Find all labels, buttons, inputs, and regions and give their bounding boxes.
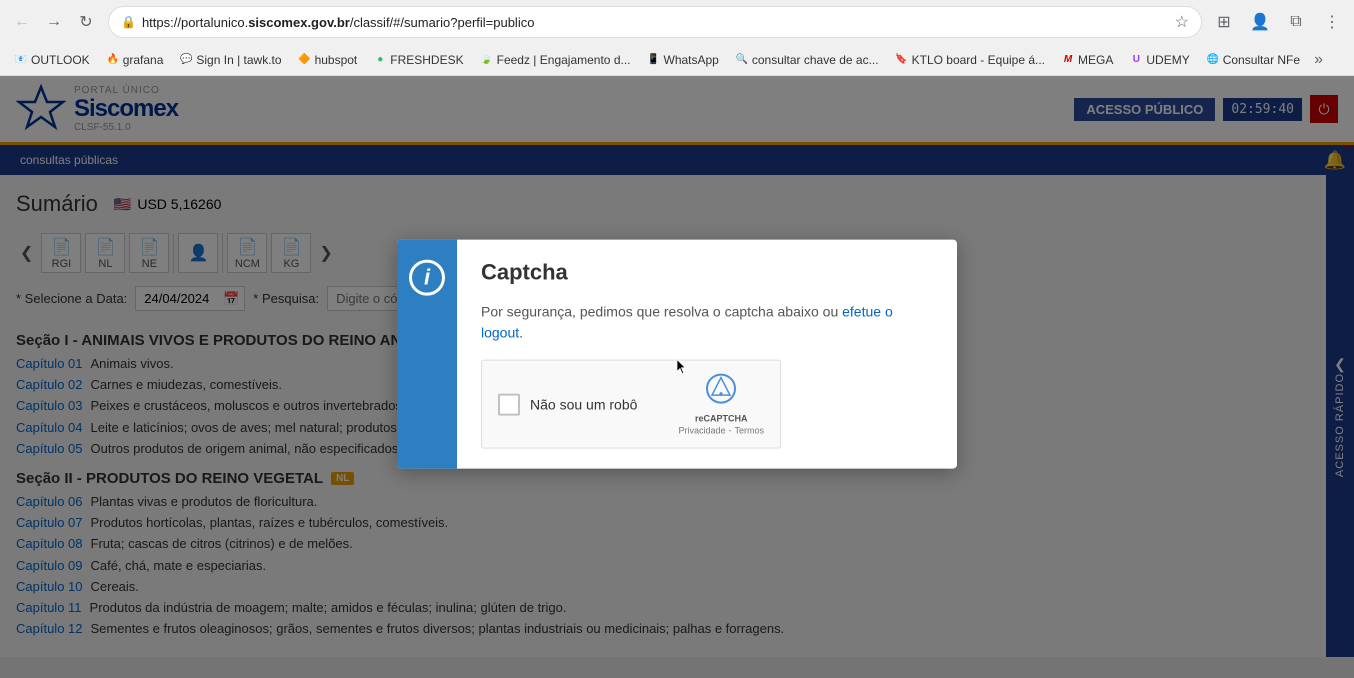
bookmark-hubspot[interactable]: 🔶 hubspot [292, 51, 364, 69]
forward-button[interactable]: → [40, 8, 68, 36]
bookmark-feedz[interactable]: 🍃 Feedz | Engajamento d... [474, 51, 637, 69]
dialog-title: Captcha [481, 260, 933, 286]
browser-chrome: ← → ↻ 🔒 https://portalunico.siscomex.gov… [0, 0, 1354, 76]
extensions-icon[interactable]: ⧉ [1282, 8, 1310, 36]
menu-icon[interactable]: ⋮ [1318, 8, 1346, 36]
url-domain: siscomex.gov.br [248, 15, 350, 30]
bookmark-freshdesk-label: FRESHDESK [390, 53, 463, 67]
grafana-favicon: 🔥 [106, 53, 120, 67]
bookmark-consultar-nfe-label: Consultar NFe [1223, 53, 1300, 67]
outlook-favicon: 📧 [14, 53, 28, 67]
page-content: PORTAL ÚNICO Siscomex CLSF-55.1.0 ACESSO… [0, 76, 1354, 678]
bookmark-star-icon[interactable]: ☆ [1175, 12, 1189, 32]
dialog-body: Captcha Por segurança, pedimos que resol… [457, 240, 957, 469]
dialog-message: Por segurança, pedimos que resolva o cap… [481, 302, 933, 344]
bookmark-hubspot-label: hubspot [315, 53, 358, 67]
recaptcha-logo-icon [705, 373, 737, 412]
bookmark-outlook-label: OUTLOOK [31, 53, 90, 67]
recaptcha-brand-text: reCAPTCHA [695, 414, 748, 424]
url-prefix: https://portalunico. [142, 15, 248, 30]
reload-button[interactable]: ↻ [72, 8, 100, 36]
sidebar-icon[interactable]: ⊞ [1210, 8, 1238, 36]
recaptcha-links: Privacidade - Termos [678, 426, 764, 436]
bookmark-whatsapp-label: WhatsApp [664, 53, 719, 67]
udemy-favicon: U [1129, 53, 1143, 67]
bookmark-whatsapp[interactable]: 📱 WhatsApp [641, 51, 725, 69]
bookmark-consultar-chave[interactable]: 🔍 consultar chave de ac... [729, 51, 885, 69]
bookmark-feedz-label: Feedz | Engajamento d... [497, 53, 631, 67]
hubspot-favicon: 🔶 [298, 53, 312, 67]
bookmark-ktlo[interactable]: 🔖 KTLO board - Equipe á... [889, 51, 1051, 69]
bookmark-grafana[interactable]: 🔥 grafana [100, 51, 170, 69]
recaptcha-checkbox[interactable] [498, 393, 520, 415]
whatsapp-favicon: 📱 [647, 53, 661, 67]
bookmark-outlook[interactable]: 📧 OUTLOOK [8, 51, 96, 69]
bookmark-ktlo-label: KTLO board - Equipe á... [912, 53, 1045, 67]
recaptcha-widget: Não sou um robô reCAPTCHA Privacidade - [481, 360, 781, 449]
address-bar[interactable]: 🔒 https://portalunico.siscomex.gov.br/cl… [108, 6, 1202, 38]
nav-buttons: ← → ↻ [8, 8, 100, 36]
consultar-nfe-favicon: 🌐 [1206, 53, 1220, 67]
recaptcha-left: Não sou um robô [498, 393, 637, 415]
browser-actions: ⊞ 👤 ⧉ ⋮ [1210, 8, 1346, 36]
recaptcha-svg [705, 373, 737, 405]
mega-favicon: M [1061, 53, 1075, 67]
dialog-message-after: . [519, 325, 523, 341]
recaptcha-right: reCAPTCHA Privacidade - Termos [678, 373, 764, 436]
bookmark-grafana-label: grafana [123, 53, 164, 67]
browser-nav-bar: ← → ↻ 🔒 https://portalunico.siscomex.gov… [0, 0, 1354, 44]
recaptcha-label: Não sou um robô [530, 396, 637, 412]
dialog-sidebar: i [397, 240, 457, 469]
back-button[interactable]: ← [8, 8, 36, 36]
bookmark-tawk[interactable]: 💬 Sign In | tawk.to [173, 51, 287, 69]
ktlo-favicon: 🔖 [895, 53, 909, 67]
bookmark-udemy-label: UDEMY [1146, 53, 1189, 67]
url-suffix: /classif/#/sumario?perfil=publico [350, 15, 535, 30]
bookmark-consultar-nfe[interactable]: 🌐 Consultar NFe [1200, 51, 1306, 69]
bookmark-freshdesk[interactable]: ● FRESHDESK [367, 51, 469, 69]
lock-icon: 🔒 [121, 15, 136, 29]
profile-icon[interactable]: 👤 [1246, 8, 1274, 36]
recaptcha-privacy-link[interactable]: Privacidade [678, 426, 725, 436]
recaptcha-link-separator: - [728, 426, 731, 436]
bookmark-mega[interactable]: M MEGA [1055, 51, 1119, 69]
feedz-favicon: 🍃 [480, 53, 494, 67]
bookmarks-bar: 📧 OUTLOOK 🔥 grafana 💬 Sign In | tawk.to … [0, 44, 1354, 76]
freshdesk-favicon: ● [373, 53, 387, 67]
tawk-favicon: 💬 [179, 53, 193, 67]
url-text: https://portalunico.siscomex.gov.br/clas… [142, 15, 1169, 30]
bookmarks-more-button[interactable]: » [1310, 49, 1327, 71]
bookmark-consultar-chave-label: consultar chave de ac... [752, 53, 879, 67]
dialog-message-before: Por segurança, pedimos que resolva o cap… [481, 304, 842, 320]
bookmark-tawk-label: Sign In | tawk.to [196, 53, 281, 67]
bookmark-mega-label: MEGA [1078, 53, 1113, 67]
recaptcha-terms-link[interactable]: Termos [734, 426, 764, 436]
consultar-chave-favicon: 🔍 [735, 53, 749, 67]
dialog-info-icon: i [409, 260, 445, 296]
bookmark-udemy[interactable]: U UDEMY [1123, 51, 1195, 69]
captcha-dialog: i Captcha Por segurança, pedimos que res… [397, 240, 957, 469]
